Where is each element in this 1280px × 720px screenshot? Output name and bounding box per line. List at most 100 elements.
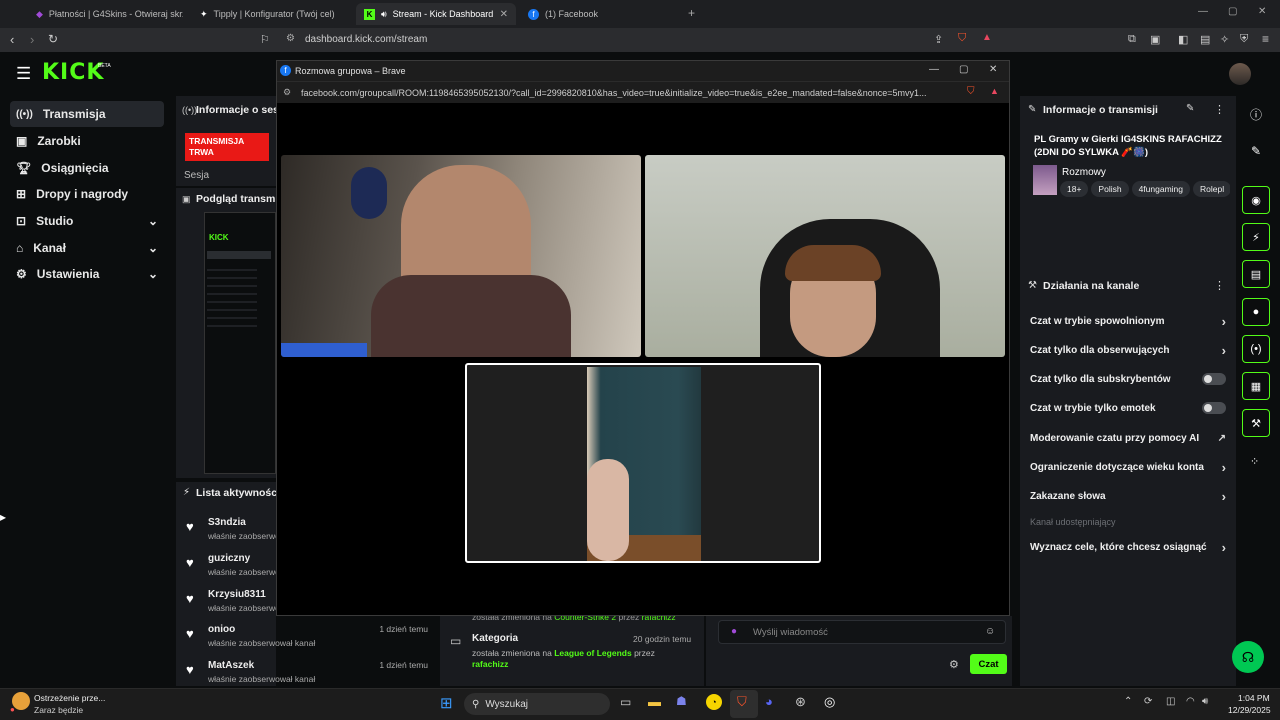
steam-icon[interactable]: ⊛ bbox=[795, 694, 806, 710]
sidebar-item-zarobki[interactable]: ▣ Zarobki bbox=[10, 128, 164, 154]
action-banned-words[interactable]: Zakazane słowa › bbox=[1030, 486, 1226, 506]
tag-chip[interactable]: 4fungaming bbox=[1131, 181, 1190, 197]
minimize-icon[interactable]: — bbox=[929, 64, 939, 75]
more-options-icon[interactable]: ⋮ bbox=[1214, 279, 1225, 292]
chat-settings-icon[interactable]: ⚙ bbox=[949, 658, 959, 671]
more-options-icon[interactable]: ⋮ bbox=[1214, 103, 1225, 116]
sidebar-item-osiagniecia[interactable]: 🏆︎ Osiągnięcia bbox=[10, 155, 164, 181]
extensions-icon[interactable]: ⧉ bbox=[1128, 33, 1136, 46]
maximize-icon[interactable]: ▢ bbox=[959, 64, 968, 75]
rail-button-notes[interactable]: ▤ bbox=[1242, 260, 1270, 288]
sidebar-toggle-icon[interactable]: ◧ bbox=[1178, 33, 1188, 46]
address-field[interactable]: dashboard.kick.com/stream bbox=[305, 34, 427, 45]
action-set-goals[interactable]: Wyznacz cele, które chcesz osiągnąć › bbox=[1030, 537, 1226, 557]
tag-chip[interactable]: Polish bbox=[1091, 181, 1129, 197]
menu-icon[interactable]: ≡ bbox=[1262, 32, 1269, 46]
new-tab-button[interactable]: + bbox=[688, 6, 695, 20]
brave-rewards-icon[interactable]: ▲ bbox=[990, 86, 999, 96]
tab-tipply[interactable]: ✦ Tipply | Konfigurator (Twój cel) bbox=[192, 3, 352, 25]
tray-app-icon[interactable]: ⟳ bbox=[1144, 696, 1152, 707]
bookmark-icon[interactable]: ⚐ bbox=[260, 33, 270, 46]
video-tile-participant-2[interactable] bbox=[645, 155, 1005, 357]
sidebar-item-studio[interactable]: ⊡ Studio ⌄ bbox=[10, 208, 164, 234]
close-tab-icon[interactable]: ✕ bbox=[500, 9, 508, 20]
rail-button-chat[interactable]: ● bbox=[1242, 298, 1270, 326]
rail-button-broadcast[interactable]: (•) bbox=[1242, 335, 1270, 363]
subscribers-only-toggle[interactable] bbox=[1202, 373, 1226, 385]
reload-icon[interactable]: ↻ bbox=[48, 32, 58, 46]
kick-logo[interactable]: KICK bbox=[42, 60, 104, 85]
volume-icon[interactable]: 🔊︎ bbox=[1202, 696, 1208, 707]
avatar[interactable] bbox=[1229, 63, 1251, 85]
event-user-link[interactable]: rafachizz bbox=[472, 659, 508, 669]
site-info-icon[interactable]: ⚙ bbox=[283, 87, 291, 98]
sidebar-item-dropy[interactable]: ⊞ Dropy i nagrody bbox=[10, 181, 164, 207]
video-tile-participant-1[interactable] bbox=[281, 155, 641, 357]
obs-icon[interactable]: ◎ bbox=[824, 694, 835, 710]
chat-send-button[interactable]: Czat bbox=[970, 654, 1007, 674]
clock-date[interactable]: 12/29/2025 bbox=[1228, 705, 1271, 715]
discord-icon[interactable]: ◕ bbox=[765, 694, 773, 709]
video-tile-self[interactable] bbox=[465, 363, 821, 563]
close-window-icon[interactable]: ✕ bbox=[1258, 6, 1266, 17]
tray-app2-icon[interactable]: ◫ bbox=[1166, 696, 1175, 707]
sidebar-item-ustawienia[interactable]: ⚙ Ustawienia ⌄ bbox=[10, 261, 164, 287]
tab-facebook[interactable]: f (1) Facebook bbox=[520, 3, 680, 25]
tag-chip[interactable]: 18+ bbox=[1060, 181, 1089, 197]
chat-input[interactable]: ● Wyślij wiadomość ☺ bbox=[718, 620, 1006, 644]
leo-ai-icon[interactable]: ✧ bbox=[1220, 33, 1229, 46]
category-name[interactable]: Rozmowy bbox=[1062, 167, 1106, 178]
pencil-icon[interactable]: ✎ bbox=[1186, 103, 1194, 114]
rail-button-tools[interactable]: ⚒ bbox=[1242, 409, 1270, 437]
activity-user[interactable]: onioo bbox=[208, 624, 235, 635]
taskbar-search[interactable]: ⚲ Wyszukaj bbox=[464, 693, 610, 715]
minimize-icon[interactable]: — bbox=[1198, 6, 1208, 17]
back-icon[interactable]: ‹ bbox=[10, 32, 14, 47]
rail-button-layout[interactable]: ▦ bbox=[1242, 372, 1270, 400]
activity-user[interactable]: MatAszek bbox=[208, 660, 254, 671]
fb-url[interactable]: facebook.com/groupcall/ROOM:119846539505… bbox=[301, 88, 951, 98]
app-icon[interactable]: ◔ bbox=[706, 694, 722, 710]
vpn-icon[interactable]: ⛨ bbox=[1240, 33, 1248, 46]
info-icon[interactable]: ⓘ bbox=[1250, 106, 1262, 123]
rail-button-lightning[interactable]: ⚡︎ bbox=[1242, 223, 1270, 251]
action-slow-mode[interactable]: Czat w trybie spowolnionym › bbox=[1030, 311, 1226, 331]
forward-icon[interactable]: › bbox=[30, 32, 34, 47]
tab-search-icon[interactable]: ▣ bbox=[1150, 33, 1160, 46]
tag-chip[interactable]: Rolepl bbox=[1193, 181, 1230, 197]
file-explorer-icon[interactable]: ▬ bbox=[648, 694, 661, 709]
pencil-icon[interactable]: ✎ bbox=[1251, 144, 1261, 158]
windows-start-icon[interactable]: ⊞ bbox=[440, 694, 453, 712]
microphone-icon[interactable]: ● bbox=[731, 626, 737, 637]
activity-user[interactable]: Krzysiu8311 bbox=[208, 589, 266, 600]
sidebar-item-kanal[interactable]: ⌂ Kanał ⌄ bbox=[10, 235, 164, 261]
brave-rewards-icon[interactable]: ▲ bbox=[982, 32, 992, 43]
brave-browser-icon[interactable]: ⛉ bbox=[737, 694, 747, 710]
event-game-link[interactable]: League of Legends bbox=[554, 648, 631, 658]
sidebar-item-transmisja[interactable]: ((•)) Transmisja bbox=[10, 101, 164, 127]
activity-user[interactable]: guziczny bbox=[208, 553, 250, 564]
brave-shields-icon[interactable]: ⛉ bbox=[967, 86, 975, 97]
activity-user[interactable]: S3ndzia bbox=[208, 517, 246, 528]
task-view-icon[interactable]: ▭ bbox=[620, 695, 631, 709]
support-button[interactable]: ☊ bbox=[1232, 641, 1264, 673]
wallet-icon[interactable]: ▤ bbox=[1200, 33, 1210, 46]
emoji-icon[interactable]: ☺ bbox=[985, 626, 995, 637]
tray-chevron-icon[interactable]: ⌃ bbox=[1124, 696, 1132, 707]
apps-icon[interactable]: ⁘ bbox=[1250, 455, 1259, 468]
notification-title[interactable]: Ostrzeżenie prze... bbox=[34, 693, 105, 703]
brave-shields-icon[interactable]: ⛉ bbox=[958, 32, 966, 45]
maximize-icon[interactable]: ▢ bbox=[1228, 6, 1237, 17]
close-icon[interactable]: ✕ bbox=[989, 64, 997, 75]
hamburger-menu-icon[interactable]: ☰ bbox=[16, 64, 31, 84]
action-followers-only[interactable]: Czat tylko dla obserwujących › bbox=[1030, 340, 1226, 360]
tab-g4skins[interactable]: ◆ Płatności | G4Skins - Otwieraj skrzynk… bbox=[28, 3, 183, 25]
action-account-age[interactable]: Ograniczenie dotyczące wieku konta › bbox=[1030, 457, 1226, 477]
teams-icon[interactable]: ☗ bbox=[676, 694, 687, 708]
wifi-icon[interactable]: ◠ bbox=[1186, 696, 1195, 707]
action-ai-moderation[interactable]: Moderowanie czatu przy pomocy AI ↗ bbox=[1030, 428, 1226, 448]
share-icon[interactable]: ⇪ bbox=[934, 33, 943, 46]
emote-only-toggle[interactable] bbox=[1202, 402, 1226, 414]
rail-button-camera[interactable]: ◉ bbox=[1242, 186, 1270, 214]
clock-time[interactable]: 1:04 PM bbox=[1238, 693, 1270, 703]
